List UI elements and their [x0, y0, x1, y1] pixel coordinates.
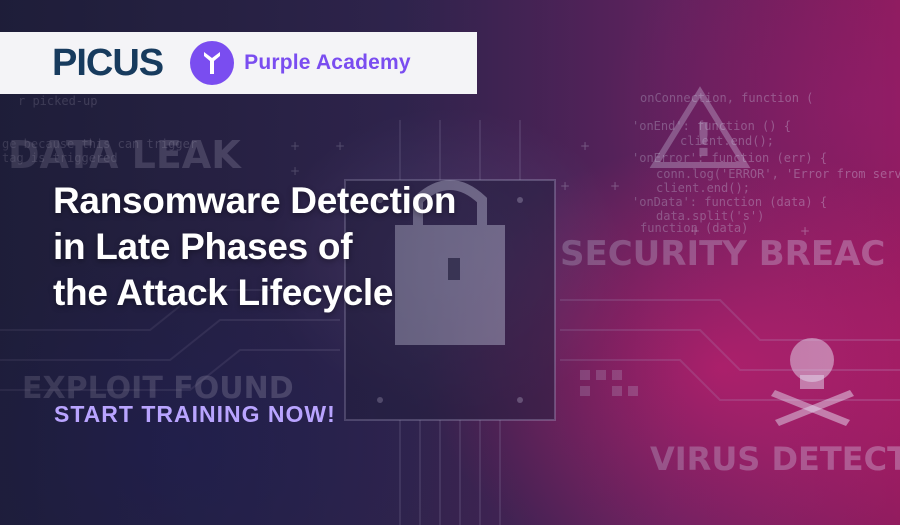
- title-line-2: in Late Phases of: [53, 226, 353, 267]
- start-training-button[interactable]: START TRAINING NOW!: [54, 401, 336, 428]
- logo-bar: PICUS Purple Academy: [0, 32, 477, 94]
- title-line-3: the Attack Lifecycle: [53, 272, 394, 313]
- purple-academy-name[interactable]: Purple Academy: [244, 51, 411, 75]
- picus-logo[interactable]: PICUS: [52, 44, 164, 82]
- purple-academy-icon[interactable]: [190, 41, 235, 85]
- title-line-1: Ransomware Detection: [53, 180, 457, 221]
- page-title: Ransomware Detection in Late Phases of t…: [53, 178, 573, 316]
